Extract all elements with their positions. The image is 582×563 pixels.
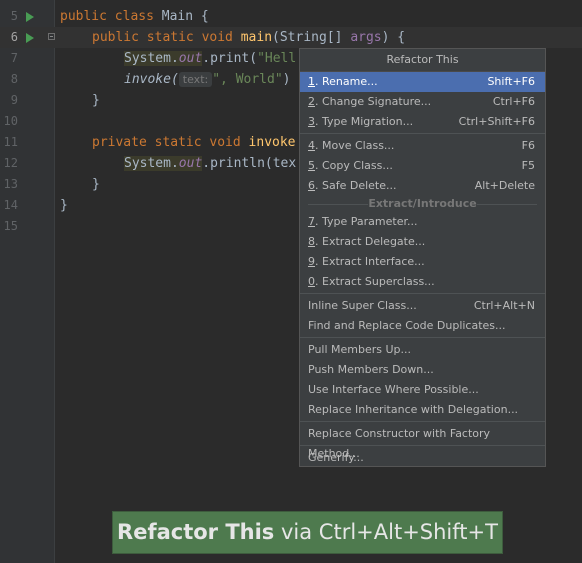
banner-shortcut: via Ctrl+Alt+Shift+T [274, 520, 498, 544]
line-number: 10 [3, 114, 18, 128]
menu-item-type-parameter[interactable]: 7. Type Parameter... [300, 212, 545, 232]
code-text: public class Main { [60, 9, 209, 24]
parameter-hint: text: [178, 72, 213, 87]
run-icon[interactable] [26, 12, 34, 22]
code-text: private static void invoke [92, 135, 296, 150]
menu-item-extract-interface[interactable]: 9. Extract Interface... [300, 252, 545, 272]
code-text: System.out.println(tex [124, 156, 297, 171]
menu-item-generify[interactable]: Generify... [300, 448, 545, 468]
code-text: } [60, 198, 68, 213]
code-text: invoke(text: ", World") [124, 72, 291, 87]
menu-item-pull-members-up[interactable]: Pull Members Up... [300, 340, 545, 360]
line-number: 11 [3, 135, 18, 149]
menu-separator [300, 293, 545, 294]
menu-item-rename[interactable]: 1. Rename... Shift+F6 [300, 72, 545, 92]
menu-item-replace-inheritance[interactable]: Replace Inheritance with Delegation... [300, 400, 545, 420]
fold-icon[interactable] [48, 33, 55, 40]
menu-item-push-members-down[interactable]: Push Members Down... [300, 360, 545, 380]
menu-separator [300, 133, 545, 134]
menu-group-extract-introduce: Extract/Introduce [300, 196, 545, 212]
line-number: 14 [3, 198, 18, 212]
menu-separator [300, 421, 545, 422]
line-number: 7 [10, 51, 18, 65]
line-number: 13 [3, 177, 18, 191]
run-icon[interactable] [26, 33, 34, 43]
menu-item-replace-constructor[interactable]: Replace Constructor with Factory Method.… [300, 424, 545, 460]
code-text: System.out.print("Hell [124, 51, 297, 66]
menu-item-extract-superclass[interactable]: 0. Extract Superclass... [300, 272, 545, 292]
code-text: public static void main(String[] args) { [92, 30, 406, 45]
banner-action: Refactor This [117, 520, 275, 544]
menu-item-use-interface[interactable]: Use Interface Where Possible... [300, 380, 545, 400]
menu-item-move-class[interactable]: 4. Move Class... F6 [300, 136, 545, 156]
shortcut-banner: Refactor This via Ctrl+Alt+Shift+T [112, 511, 503, 554]
code-text: } [92, 93, 100, 108]
line-number: 9 [10, 93, 18, 107]
line-number: 6 [10, 30, 18, 44]
menu-item-change-signature[interactable]: 2. Change Signature... Ctrl+F6 [300, 92, 545, 112]
menu-item-type-migration[interactable]: 3. Type Migration... Ctrl+Shift+F6 [300, 112, 545, 132]
line-number: 5 [10, 9, 18, 23]
refactor-this-popup: Refactor This 1. Rename... Shift+F6 2. Ch… [299, 48, 546, 467]
line-number: 12 [3, 156, 18, 170]
code-line-6: 6 public static void main(String[] args)… [0, 27, 582, 48]
line-number: 15 [3, 219, 18, 233]
code-text: } [92, 177, 100, 192]
menu-item-safe-delete[interactable]: 6. Safe Delete... Alt+Delete [300, 176, 545, 196]
popup-title: Refactor This [300, 49, 545, 72]
code-line-5: 5 public class Main { [0, 6, 582, 27]
menu-separator [300, 337, 545, 338]
line-number: 8 [10, 72, 18, 86]
menu-item-find-replace-duplicates[interactable]: Find and Replace Code Duplicates... [300, 316, 545, 336]
menu-item-extract-delegate[interactable]: 8. Extract Delegate... [300, 232, 545, 252]
menu-item-copy-class[interactable]: 5. Copy Class... F5 [300, 156, 545, 176]
menu-item-inline-super-class[interactable]: Inline Super Class... Ctrl+Alt+N [300, 296, 545, 316]
